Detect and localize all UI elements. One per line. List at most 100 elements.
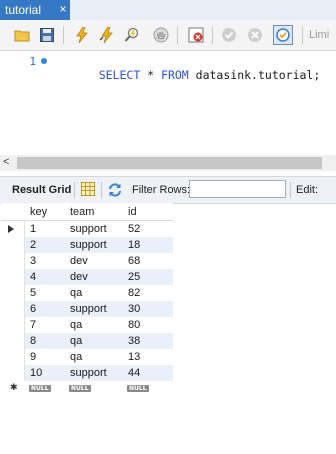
table-row[interactable]: 8 qa 38 [1,333,173,349]
table-cell-key[interactable]: 3 [25,253,65,269]
table-row[interactable]: 10 support 44 [1,365,173,381]
table-row[interactable]: 7 qa 80 [1,317,173,333]
sql-editor[interactable]: 1 SELECT * FROM datasink.tutorial; [0,51,336,155]
editor-horizontal-scrollbar[interactable]: < [0,155,336,171]
table-row[interactable]: 2 support 18 [1,237,173,253]
table-cell-id[interactable]: 30 [123,301,173,317]
table-cell-key[interactable]: 1 [25,221,65,237]
filter-rows-input[interactable] [189,180,286,198]
table-cell-team[interactable]: qa [65,349,123,365]
table-cell-team[interactable]: dev [65,269,123,285]
tab-bar: tutorial × [0,0,336,20]
row-marker[interactable] [1,237,25,253]
row-marker[interactable] [1,301,25,317]
toolbar-separator [101,182,102,198]
table-cell-id[interactable]: 38 [123,333,173,349]
rollback-x-icon[interactable] [245,25,265,45]
edit-label: Edit: [296,184,319,196]
save-icon[interactable] [37,25,57,45]
table-cell-id[interactable]: 80 [123,317,173,333]
tab-title: tutorial [5,3,42,17]
table-row[interactable]: 1 support 52 [1,221,173,237]
column-header-id[interactable]: id [123,203,173,221]
row-marker[interactable] [1,333,25,349]
table-cell-team[interactable]: qa [65,285,123,301]
table-cell-key[interactable]: 8 [25,333,65,349]
row-marker[interactable] [1,253,25,269]
null-cell[interactable]: NULL [65,381,91,393]
table-cell-key[interactable]: 10 [25,365,65,381]
table-cell-id[interactable]: 68 [123,253,173,269]
toolbar-separator [74,182,75,198]
scroll-thumb[interactable] [17,157,322,169]
column-header-key[interactable]: key [25,203,65,221]
table-cell-team[interactable]: support [65,301,123,317]
table-cell-id[interactable]: 44 [123,365,173,381]
row-marker[interactable] [1,317,25,333]
null-badge: NULL [69,385,91,392]
row-marker[interactable] [1,269,25,285]
limit-rows-label[interactable]: Limi [309,29,329,41]
table-cell-id[interactable]: 82 [123,285,173,301]
table-cell-id[interactable]: 13 [123,349,173,365]
refresh-icon[interactable] [106,181,124,199]
new-row[interactable]: ✱ NULL NULL NULL [1,381,173,393]
explain-magnifier-icon[interactable] [122,25,142,45]
null-badge: NULL [127,385,149,392]
toolbar-separator [177,26,178,44]
new-row-asterisk-icon: ✱ [10,382,18,392]
commit-check-icon[interactable] [219,25,239,45]
table-cell-team[interactable]: qa [65,317,123,333]
table-row[interactable]: 3 dev 68 [1,253,173,269]
table-cell-team[interactable]: support [65,237,123,253]
table-row[interactable]: 9 qa 13 [1,349,173,365]
sql-keyword-select: SELECT [98,68,141,82]
toolbar-separator [63,26,64,44]
row-marker[interactable] [1,285,25,301]
execute-lightning-icon[interactable] [72,25,92,45]
toolbar-separator [212,26,213,44]
null-cell[interactable]: NULL [123,381,149,393]
table-cell-key[interactable]: 6 [25,301,65,317]
table-cell-id[interactable]: 25 [123,269,173,285]
table-row[interactable]: 6 support 30 [1,301,173,317]
tab-tutorial[interactable]: tutorial × [0,0,70,20]
result-grid-tab[interactable]: Result Grid [12,184,71,196]
stop-icon[interactable] [151,25,171,45]
sql-statement[interactable]: SELECT * FROM datasink.tutorial; [71,54,321,96]
table-cell-team[interactable]: dev [65,253,123,269]
result-toolbar: Result Grid Filter Rows: Edit: [0,176,336,204]
statement-marker-icon [41,58,47,64]
row-marker[interactable] [1,221,25,237]
scroll-left-icon[interactable]: < [3,156,9,168]
null-cell[interactable]: NULL [25,381,51,393]
null-badge: NULL [29,385,51,392]
toolbar-separator [290,182,291,198]
table-cell-id[interactable]: 52 [123,221,173,237]
grid-layout-icon[interactable] [80,181,98,199]
table-cell-team[interactable]: support [65,365,123,381]
table-cell-key[interactable]: 2 [25,237,65,253]
row-marker[interactable] [1,349,25,365]
table-cell-key[interactable]: 9 [25,349,65,365]
row-marker-header [1,203,25,221]
row-marker[interactable] [1,365,25,381]
sql-keyword-from: FROM [161,68,189,82]
autocommit-toggle-icon[interactable] [273,25,293,45]
table-row[interactable]: 5 qa 82 [1,285,173,301]
current-row-arrow-icon [8,225,14,233]
column-header-team[interactable]: team [65,203,123,221]
table-cell-key[interactable]: 4 [25,269,65,285]
table-cell-id[interactable]: 18 [123,237,173,253]
execute-cursor-lightning-icon[interactable] [97,25,117,45]
table-cell-team[interactable]: support [65,221,123,237]
tab-close-icon[interactable]: × [57,3,69,15]
table-cell-key[interactable]: 7 [25,317,65,333]
line-number: 1 [29,55,36,68]
toggle-error-icon[interactable] [186,25,206,45]
table-row[interactable]: 4 dev 25 [1,269,173,285]
open-sql-file-icon[interactable] [12,25,32,45]
table-cell-team[interactable]: qa [65,333,123,349]
table-cell-key[interactable]: 5 [25,285,65,301]
query-toolbar: Limi [0,20,336,51]
